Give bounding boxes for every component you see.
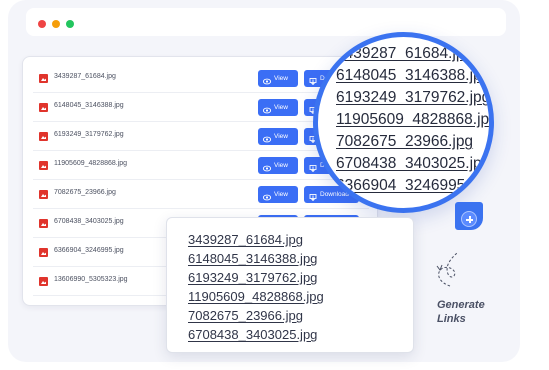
magnified-link: 7082675_23966.jpg bbox=[336, 133, 474, 150]
add-button[interactable] bbox=[461, 211, 477, 227]
view-button[interactable]: View bbox=[258, 99, 298, 116]
image-file-icon bbox=[39, 277, 48, 286]
generated-link[interactable]: 7082675_23966.jpg bbox=[188, 308, 303, 323]
generated-links-panel: 3439287_61684.jpg 6148045_3146388.jpg 6193… bbox=[166, 217, 414, 353]
title-bar bbox=[26, 8, 506, 36]
magnified-link: 11905609_4828868.jpg bbox=[336, 111, 494, 128]
close-dot[interactable] bbox=[38, 20, 46, 28]
image-file-icon bbox=[39, 103, 48, 112]
image-file-icon bbox=[39, 248, 48, 257]
file-name: 13606990_5305323.jpg bbox=[54, 276, 128, 283]
view-button[interactable]: View bbox=[258, 70, 298, 87]
download-icon bbox=[309, 75, 317, 86]
minimize-dot[interactable] bbox=[52, 20, 60, 28]
file-name: 3439287_61684.jpg bbox=[54, 73, 116, 80]
image-file-icon bbox=[39, 132, 48, 141]
generated-link[interactable]: 3439287_61684.jpg bbox=[188, 232, 303, 247]
file-name: 6366904_3246995.jpg bbox=[54, 247, 124, 254]
magnified-link: 3439287_61684.jpg bbox=[336, 45, 474, 62]
magnified-link: 6366904_3246995.jpg bbox=[336, 177, 491, 194]
generate-label-line2: Links bbox=[437, 313, 466, 325]
view-label: View bbox=[274, 75, 288, 82]
image-file-icon bbox=[39, 190, 48, 199]
image-file-icon bbox=[39, 219, 48, 228]
magnified-link: 6148045_3146388.jpg bbox=[336, 67, 491, 84]
file-name: 7082675_23966.jpg bbox=[54, 189, 116, 196]
eye-icon bbox=[262, 162, 272, 172]
file-name: 6708438_3403025.jpg bbox=[54, 218, 124, 225]
image-file-icon bbox=[39, 74, 48, 83]
generated-link[interactable]: 11905609_4828868.jpg bbox=[188, 289, 324, 304]
generated-link[interactable]: 6193249_3179762.jpg bbox=[188, 270, 317, 285]
view-label: View bbox=[274, 133, 288, 140]
generate-links-label: Generate Links bbox=[437, 298, 507, 326]
view-label: View bbox=[274, 162, 288, 169]
eye-icon bbox=[262, 133, 272, 143]
eye-icon bbox=[262, 75, 272, 85]
magnifier-lens: 3439287_61684.jpg 6148045_3146388.jpg 6193… bbox=[313, 32, 494, 213]
download-icon bbox=[309, 162, 317, 173]
magnified-link: 6708438_3403025.jpg bbox=[336, 155, 491, 172]
file-row: 7082675_23966.jpg View Download bbox=[33, 181, 369, 209]
file-name: 11905609_4828868.jpg bbox=[54, 160, 128, 167]
eye-icon bbox=[262, 104, 272, 114]
view-label: View bbox=[274, 191, 288, 198]
image-file-icon bbox=[39, 161, 48, 170]
view-button[interactable]: View bbox=[258, 128, 298, 145]
download-icon bbox=[309, 191, 317, 202]
eye-icon bbox=[262, 191, 272, 201]
view-label: View bbox=[274, 104, 288, 111]
file-name: 6148045_3146388.jpg bbox=[54, 102, 124, 109]
generated-link[interactable]: 6708438_3403025.jpg bbox=[188, 327, 317, 342]
maximize-dot[interactable] bbox=[66, 20, 74, 28]
generated-link[interactable]: 6148045_3146388.jpg bbox=[188, 251, 317, 266]
magnified-link: 6193249_3179762.jpg bbox=[336, 89, 491, 106]
curly-arrow-icon bbox=[436, 251, 459, 287]
view-button[interactable]: View bbox=[258, 186, 298, 203]
generate-label-line1: Generate bbox=[437, 299, 485, 311]
file-name: 6193249_3179762.jpg bbox=[54, 131, 124, 138]
view-button[interactable]: View bbox=[258, 157, 298, 174]
